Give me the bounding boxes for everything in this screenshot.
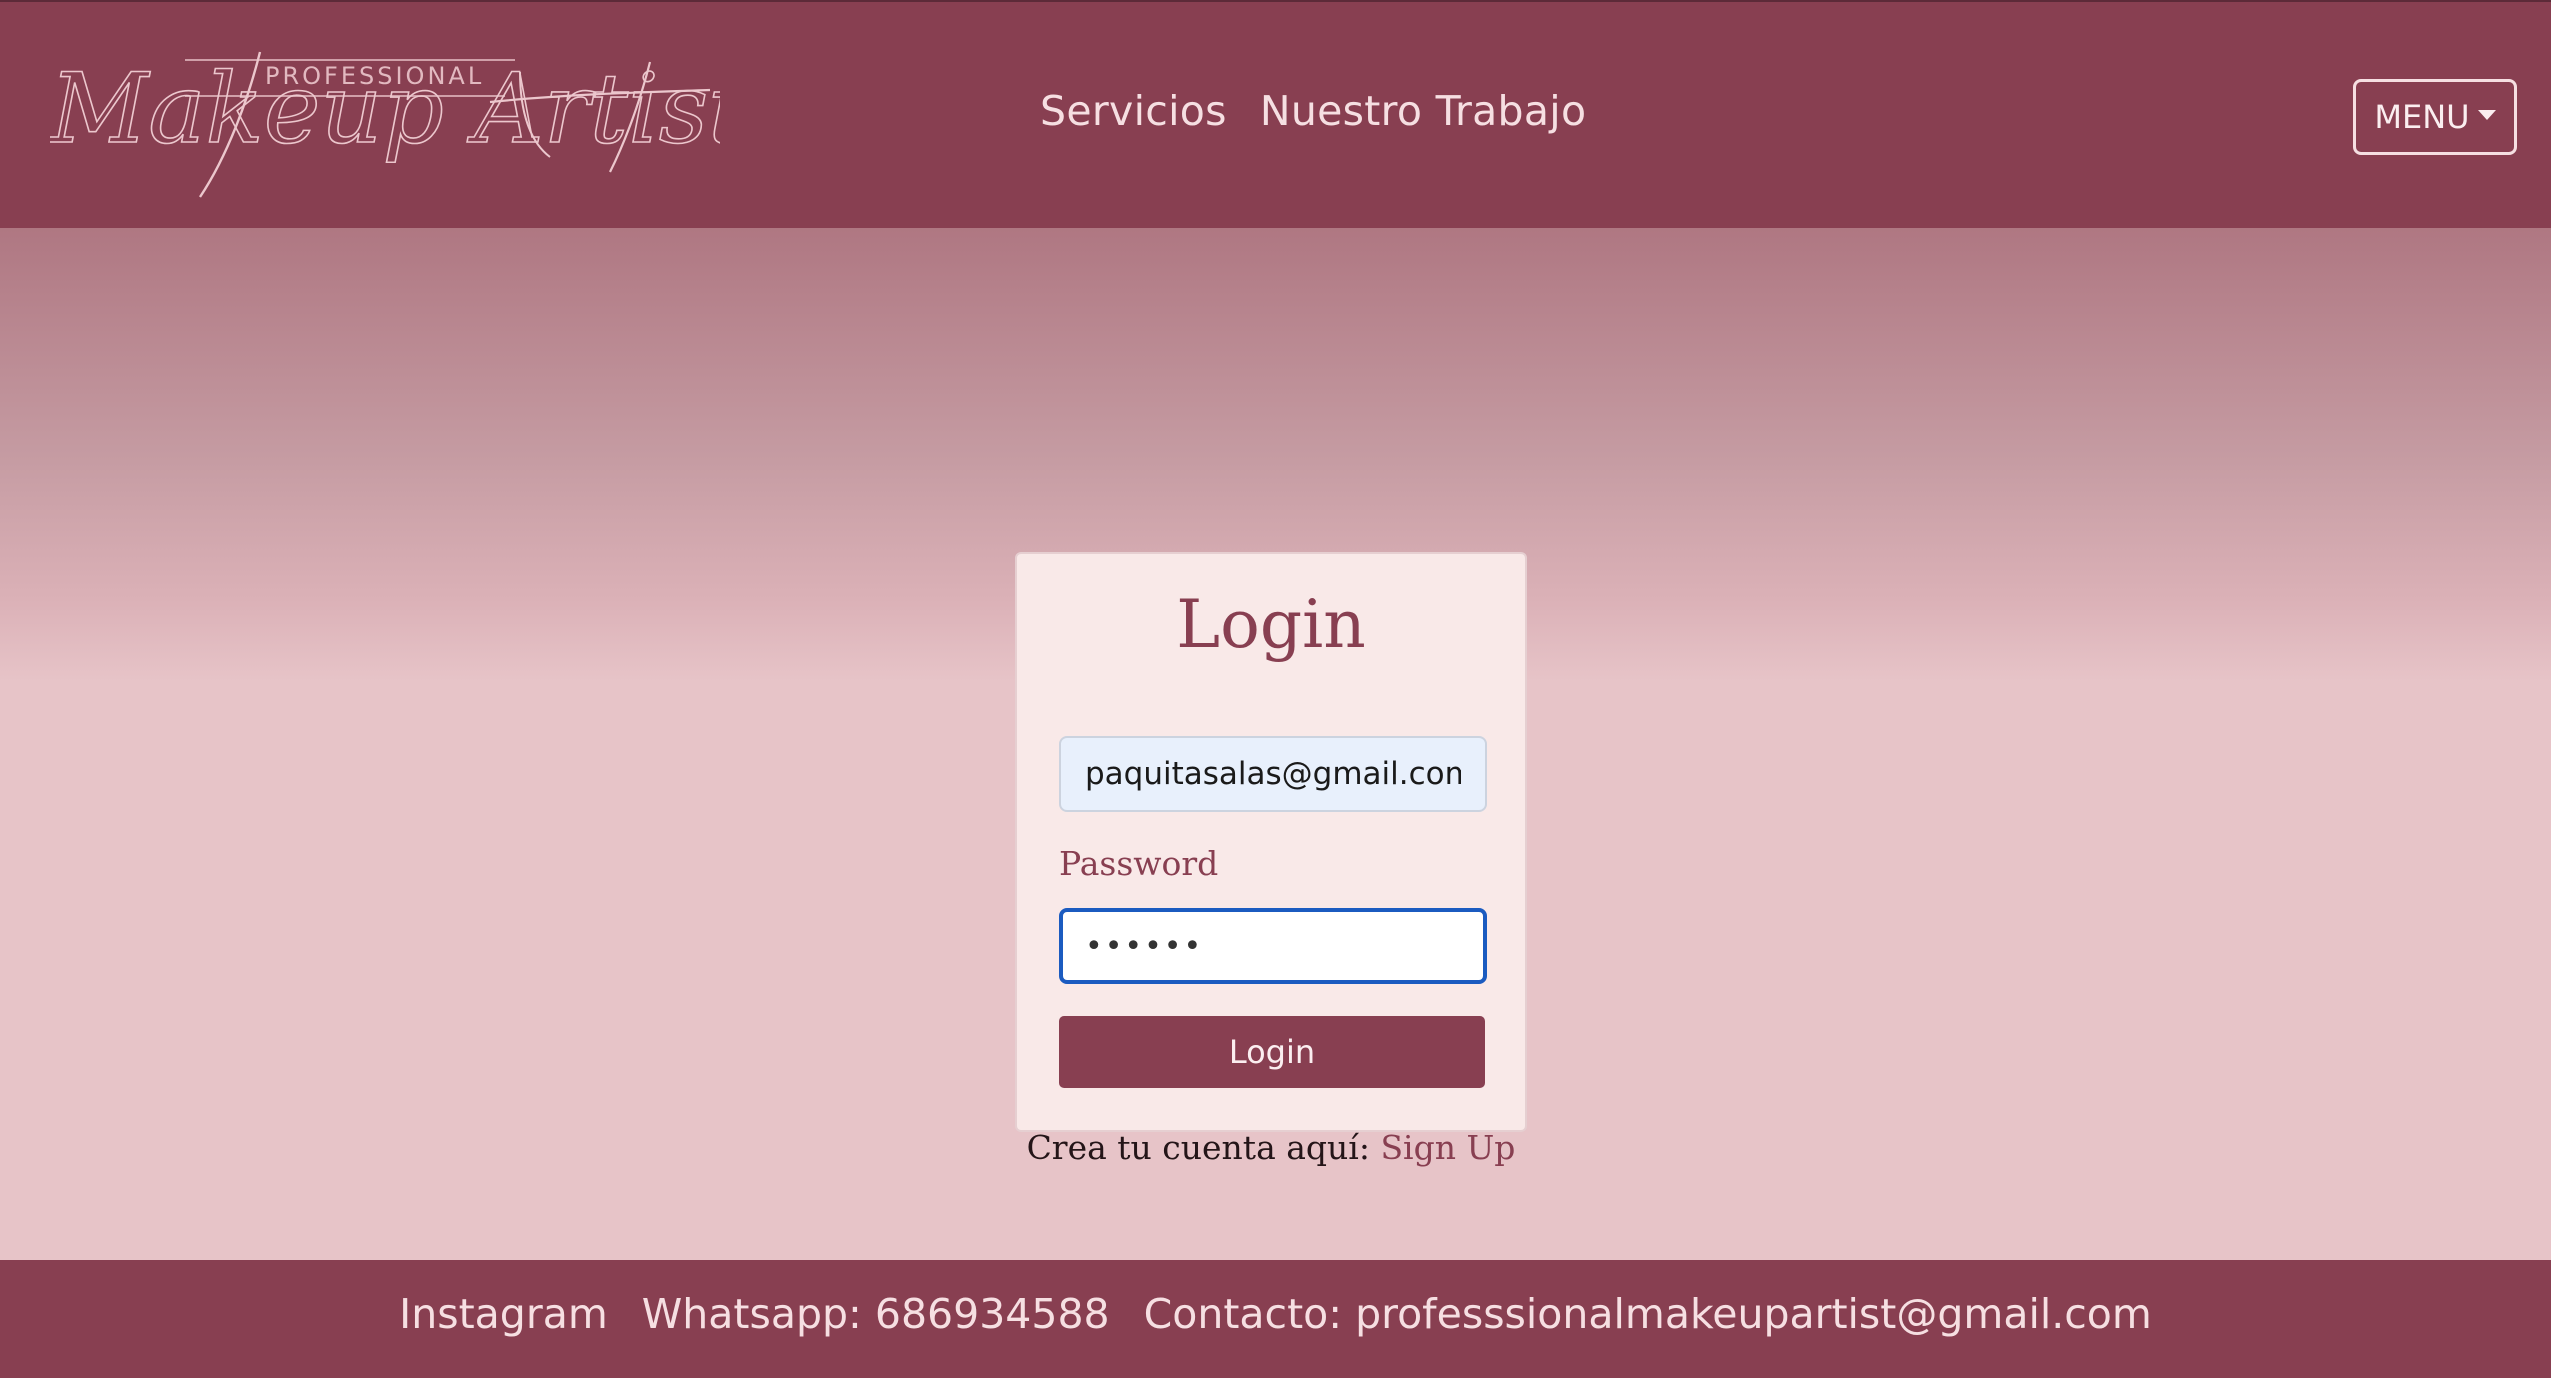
footer-instagram-link[interactable]: Instagram <box>399 1290 608 1338</box>
signup-prompt-text: Crea tu cuenta aquí: <box>1026 1128 1381 1167</box>
signup-prompt: Crea tu cuenta aquí: Sign Up <box>1015 1128 1527 1167</box>
signup-link[interactable]: Sign Up <box>1380 1128 1515 1167</box>
login-title: Login <box>1176 586 1366 663</box>
password-field[interactable] <box>1059 908 1487 984</box>
email-field[interactable] <box>1059 736 1487 812</box>
nav-link-servicios[interactable]: Servicios <box>1040 87 1227 135</box>
logo-script-text: Makeup Artist <box>50 53 720 165</box>
footer: Instagram Whatsapp: 686934588 Contacto: … <box>0 1260 2551 1378</box>
menu-dropdown-button[interactable]: MENU <box>2353 79 2517 155</box>
logo-graphic: PROFESSIONAL Makeup Artist <box>50 51 720 198</box>
menu-label: MENU <box>2374 98 2470 136</box>
caret-down-icon <box>2477 110 2496 120</box>
footer-contacto[interactable]: Contacto: professsionalmakeupartist@gmai… <box>1144 1290 2152 1338</box>
nav-link-nuestro-trabajo[interactable]: Nuestro Trabajo <box>1260 87 1587 135</box>
login-card: Login Password Login <box>1015 552 1527 1132</box>
footer-whatsapp[interactable]: Whatsapp: 686934588 <box>642 1290 1110 1338</box>
main-nav: Servicios Nuestro Trabajo <box>1040 87 1586 135</box>
password-label: Password <box>1059 844 1219 883</box>
login-button[interactable]: Login <box>1059 1016 1485 1088</box>
logo[interactable]: PROFESSIONAL Makeup Artist <box>50 32 720 212</box>
footer-links: Instagram Whatsapp: 686934588 Contacto: … <box>0 1290 2551 1338</box>
navbar: PROFESSIONAL Makeup Artist Servicios Nue… <box>0 2 2551 228</box>
login-section: Login Password Login Crea tu cuenta aquí… <box>0 228 2551 1260</box>
